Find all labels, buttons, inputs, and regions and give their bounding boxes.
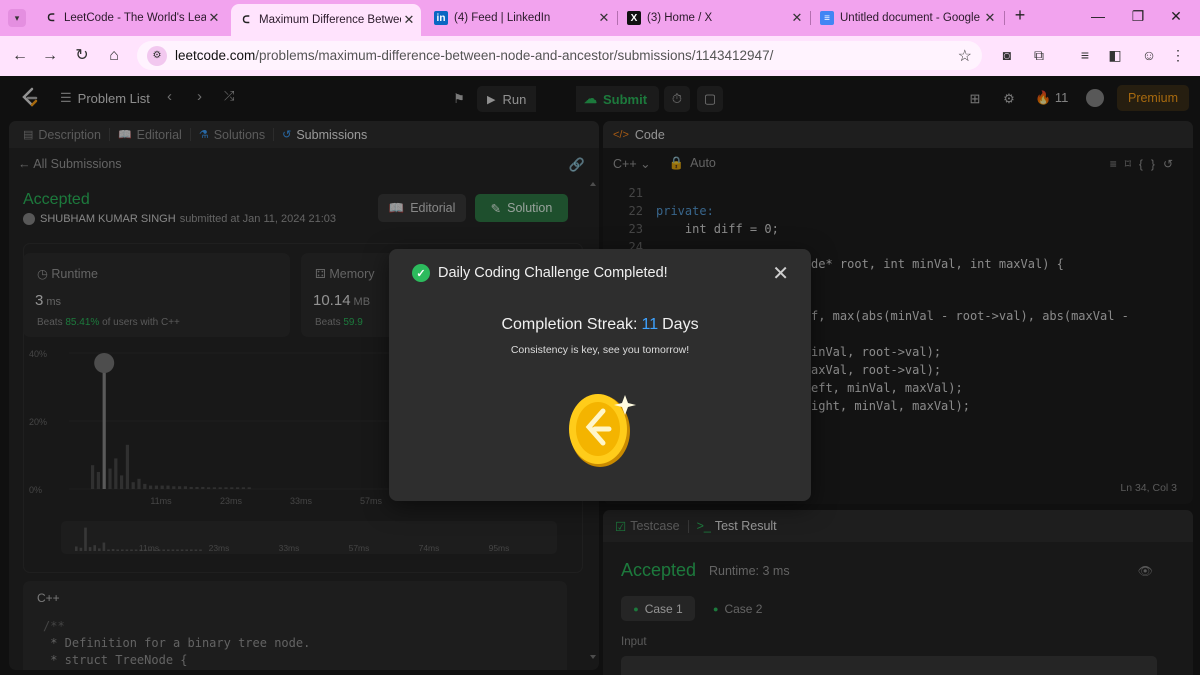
browser-tab-x[interactable]: X (3) Home / X ✕ xyxy=(619,5,809,31)
tab-divider xyxy=(617,11,618,25)
browser-tab-current-problem[interactable]: ᑕ Maximum Difference Between ✕ xyxy=(231,4,421,36)
leetcode-icon: ᑕ xyxy=(47,12,55,24)
modal-title: Daily Coding Challenge Completed! xyxy=(438,265,668,281)
minimize-icon[interactable]: — xyxy=(1088,8,1108,24)
tab-search-dropdown[interactable]: ▾ xyxy=(8,9,26,27)
tab-title: LeetCode - The World's Leading xyxy=(64,12,206,24)
tab-divider xyxy=(810,11,811,25)
address-bar[interactable]: ⚙ leetcode.com/problems/maximum-differen… xyxy=(137,41,982,70)
browser-tab-bar: ▾ ᑕ LeetCode - The World's Leading ✕ ᑕ M… xyxy=(0,0,1200,36)
forward-icon[interactable]: → xyxy=(40,46,60,66)
leetcode-icon: ᑕ xyxy=(242,14,250,26)
tab-title: Maximum Difference Between xyxy=(259,14,401,26)
reading-list-icon[interactable]: ≡ xyxy=(1075,47,1095,63)
side-panel-icon[interactable]: ◧ xyxy=(1105,47,1125,64)
back-icon[interactable]: ← xyxy=(10,46,30,66)
streak-value: 11 xyxy=(641,316,659,333)
browser-menu-icon[interactable]: ⋮ xyxy=(1168,47,1188,64)
close-icon[interactable]: ✕ xyxy=(789,10,805,26)
tab-title: (3) Home / X xyxy=(647,12,713,24)
close-icon[interactable]: ✕ xyxy=(596,10,612,26)
close-icon[interactable]: ✕ xyxy=(772,261,789,286)
check-circle-icon: ✓ xyxy=(412,264,430,282)
leetcode-coin-icon xyxy=(569,394,636,467)
browser-tab-linkedin[interactable]: in (4) Feed | LinkedIn ✕ xyxy=(426,5,616,31)
profile-avatar[interactable]: ☺ xyxy=(1139,47,1159,63)
modal-subtitle: Consistency is key, see you tomorrow! xyxy=(510,344,690,356)
close-window-icon[interactable]: ✕ xyxy=(1166,8,1186,25)
camera-extension-icon[interactable]: ◙ xyxy=(997,47,1017,63)
x-icon: X xyxy=(627,11,641,25)
browser-tab-google-docs[interactable]: ≡ Untitled document - Google ✕ xyxy=(812,5,1002,31)
close-icon[interactable]: ✕ xyxy=(401,12,417,28)
browser-tab-leetcode-home[interactable]: ᑕ LeetCode - The World's Leading ✕ xyxy=(36,5,226,31)
daily-challenge-modal: ✓ Daily Coding Challenge Completed! ✕ Co… xyxy=(389,249,811,501)
tab-divider xyxy=(1004,11,1005,25)
streak-unit: Days xyxy=(662,316,699,333)
tab-title: Untitled document - Google xyxy=(840,12,980,24)
restore-icon[interactable]: ❐ xyxy=(1128,8,1148,25)
tab-title: (4) Feed | LinkedIn xyxy=(454,12,551,24)
url-text: leetcode.com/problems/maximum-difference… xyxy=(175,48,774,63)
completion-streak: Completion Streak: 11 Days xyxy=(389,316,811,334)
home-icon[interactable]: ⌂ xyxy=(104,46,124,66)
close-icon[interactable]: ✕ xyxy=(206,10,222,26)
site-info-icon[interactable]: ⚙ xyxy=(147,45,167,66)
close-icon[interactable]: ✕ xyxy=(982,10,998,26)
reload-icon[interactable]: ↻ xyxy=(72,46,92,66)
bookmark-star-icon[interactable]: ☆ xyxy=(958,46,972,66)
linkedin-icon: in xyxy=(434,11,448,25)
new-tab-button[interactable]: + xyxy=(1010,5,1030,26)
streak-label: Completion Streak: xyxy=(501,316,638,333)
browser-toolbar: ← → ↻ ⌂ ⚙ leetcode.com/problems/maximum-… xyxy=(0,36,1200,76)
extensions-icon[interactable]: ⧉ xyxy=(1029,47,1049,64)
docs-icon: ≡ xyxy=(820,11,834,25)
